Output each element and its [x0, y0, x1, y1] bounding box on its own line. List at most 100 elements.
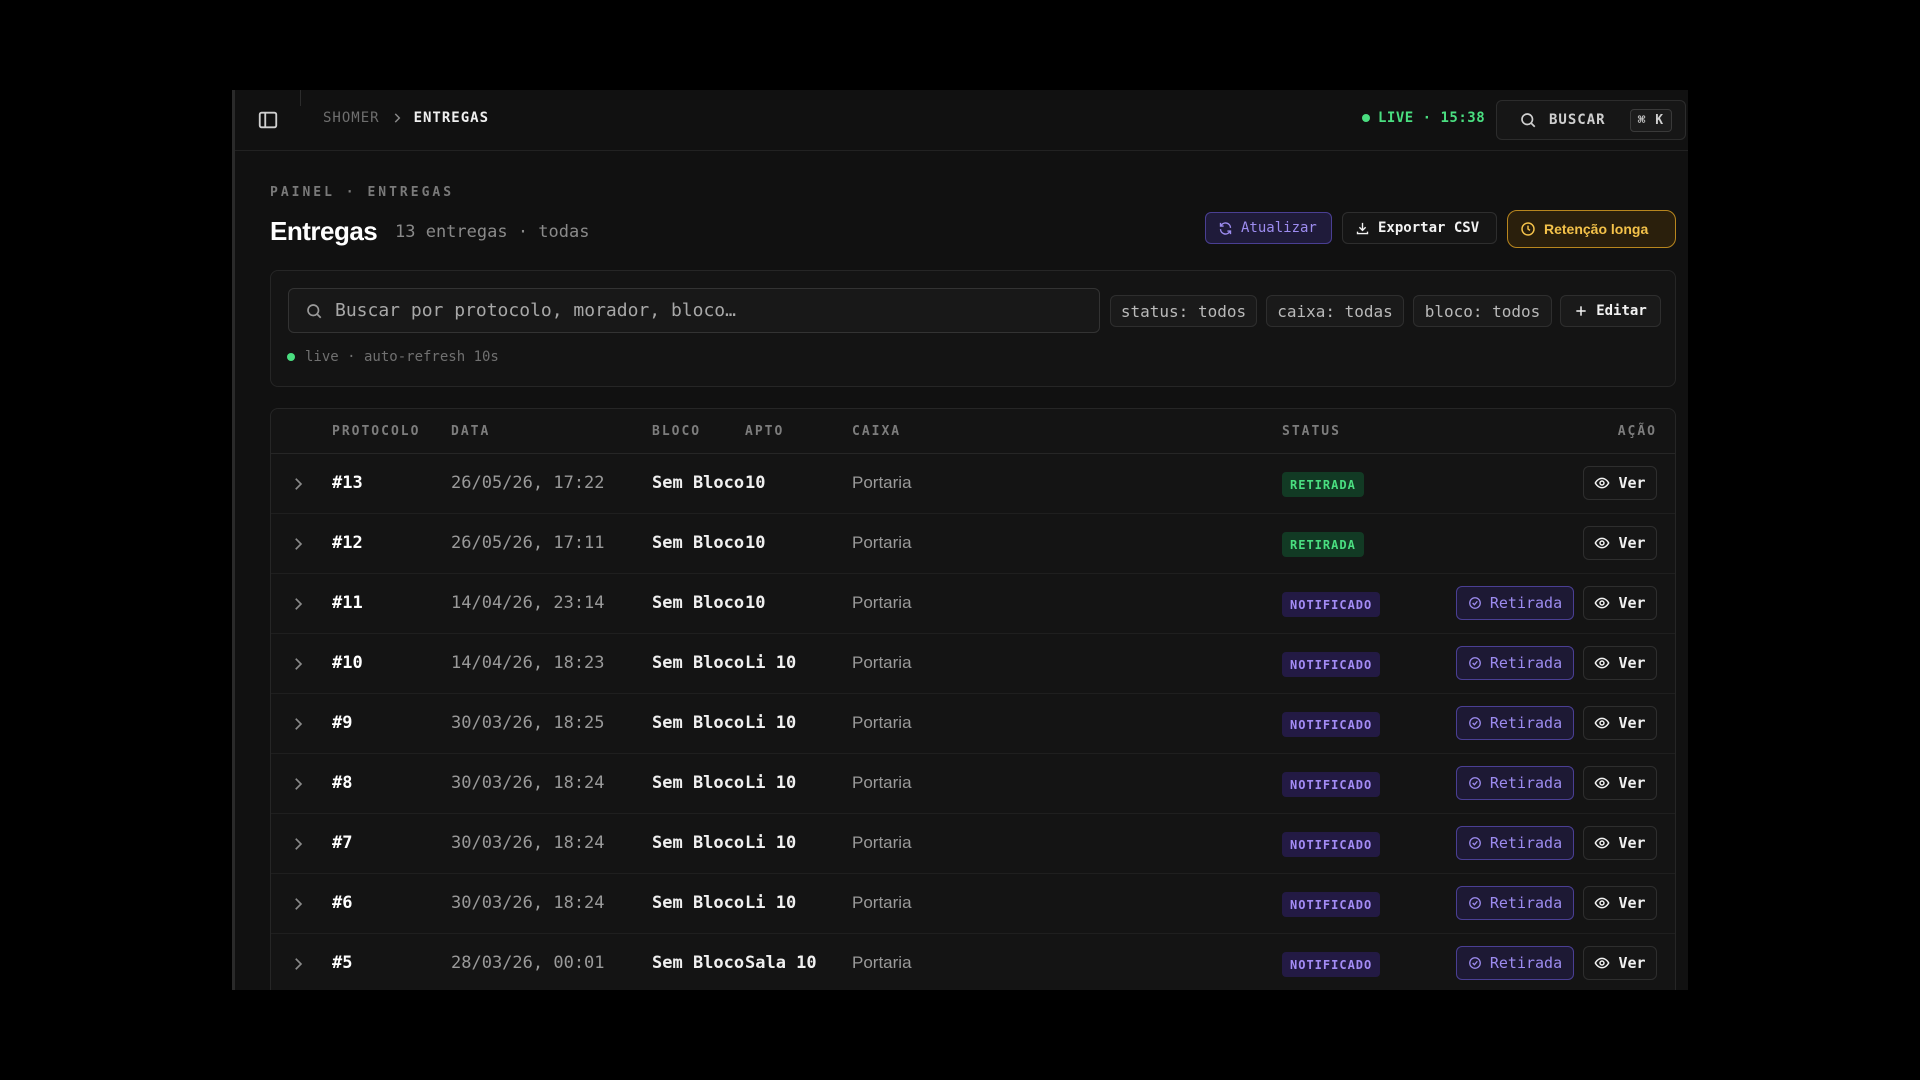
status-filter-chip[interactable]: status: todos [1110, 295, 1257, 327]
cell-caixa: Portaria [852, 773, 912, 792]
divider [300, 90, 301, 106]
cell-caixa: Portaria [852, 593, 912, 612]
search-input[interactable] [335, 300, 1095, 321]
mark-picked-up-button[interactable]: Retirada [1456, 586, 1574, 620]
column-apto[interactable]: APTO [745, 424, 784, 439]
cell-data: 30/03/26, 18:25 [451, 713, 605, 733]
table-row[interactable]: #12 26/05/26, 17:11 Sem Bloco 10 Portari… [271, 514, 1675, 574]
breadcrumb-current: ENTREGAS [413, 110, 490, 126]
search-button[interactable]: BUSCAR ⌘ K [1496, 100, 1686, 140]
pickup-label: Retirada [1489, 654, 1563, 672]
view-button[interactable]: Ver [1583, 766, 1657, 800]
column-data[interactable]: DATA [451, 424, 490, 439]
view-button[interactable]: Ver [1583, 646, 1657, 680]
cell-protocolo: #7 [332, 833, 353, 853]
edit-label: Editar [1596, 303, 1647, 319]
cell-bloco: Sem Bloco [652, 773, 745, 793]
search-label: BUSCAR [1549, 112, 1606, 128]
view-button[interactable]: Ver [1583, 946, 1657, 980]
view-button[interactable]: Ver [1583, 586, 1657, 620]
chevron-right-icon[interactable] [289, 835, 307, 853]
cell-bloco: Sem Bloco [652, 713, 745, 733]
retention-label: Retenção longa [1544, 221, 1649, 237]
bloco-filter-chip[interactable]: bloco: todos [1413, 295, 1552, 327]
cell-caixa: Portaria [852, 893, 912, 912]
auto-refresh-label: live · auto-refresh 10s [305, 349, 499, 365]
status-badge: NOTIFICADO [1282, 892, 1381, 917]
cell-apto: 10 [745, 533, 766, 553]
view-button[interactable]: Ver [1583, 826, 1657, 860]
eye-icon [1594, 837, 1610, 849]
live-indicator: LIVE · 15:38 [1362, 110, 1485, 126]
eye-icon [1594, 777, 1610, 789]
table-row[interactable]: #11 14/04/26, 23:14 Sem Bloco 10 Portari… [271, 574, 1675, 634]
cell-apto: 10 [745, 593, 766, 613]
cell-caixa: Portaria [852, 533, 912, 552]
eye-icon [1594, 477, 1610, 489]
chevron-right-icon[interactable] [289, 775, 307, 793]
keyboard-shortcut: ⌘ K [1629, 108, 1673, 132]
export-csv-button[interactable]: Exportar CSV [1342, 212, 1497, 244]
mark-picked-up-button[interactable]: Retirada [1456, 946, 1574, 980]
status-badge: RETIRADA [1282, 532, 1364, 557]
check-circle-icon [1468, 837, 1481, 849]
sidebar-toggle-icon[interactable] [257, 109, 279, 131]
cell-data: 30/03/26, 18:24 [451, 773, 605, 793]
table-row[interactable]: #5 28/03/26, 00:01 Sem Bloco Sala 10 Por… [271, 934, 1675, 990]
refresh-button[interactable]: Atualizar [1205, 212, 1332, 244]
long-retention-button[interactable]: Retenção longa [1507, 210, 1676, 248]
chevron-right-icon[interactable] [289, 535, 307, 553]
chevron-right-icon[interactable] [289, 655, 307, 673]
edit-filters-button[interactable]: Editar [1560, 295, 1661, 327]
mark-picked-up-button[interactable]: Retirada [1456, 826, 1574, 860]
table-row[interactable]: #9 30/03/26, 18:25 Sem Bloco Li 10 Porta… [271, 694, 1675, 754]
page-title: Entregas [270, 216, 378, 246]
cell-apto: 10 [745, 473, 766, 493]
live-label: LIVE · 15:38 [1378, 110, 1486, 126]
chevron-right-icon[interactable] [289, 595, 307, 613]
column-protocolo[interactable]: PROTOCOLO [332, 424, 420, 439]
table-row[interactable]: #6 30/03/26, 18:24 Sem Bloco Li 10 Porta… [271, 874, 1675, 934]
view-label: Ver [1618, 834, 1646, 852]
search-field[interactable] [288, 288, 1100, 333]
cell-protocolo: #12 [332, 533, 363, 553]
page-eyebrow: PAINEL · ENTREGAS [270, 185, 455, 200]
view-button[interactable]: Ver [1583, 466, 1657, 500]
table-row[interactable]: #13 26/05/26, 17:22 Sem Bloco 10 Portari… [271, 454, 1675, 514]
chevron-right-icon[interactable] [289, 895, 307, 913]
mark-picked-up-button[interactable]: Retirada [1456, 706, 1574, 740]
export-label: Exportar CSV [1378, 220, 1480, 236]
mark-picked-up-button[interactable]: Retirada [1456, 766, 1574, 800]
eye-icon [1594, 657, 1610, 669]
caixa-filter-chip[interactable]: caixa: todas [1266, 295, 1404, 327]
table-row[interactable]: #8 30/03/26, 18:24 Sem Bloco Li 10 Porta… [271, 754, 1675, 814]
table-row[interactable]: #10 14/04/26, 18:23 Sem Bloco Li 10 Port… [271, 634, 1675, 694]
cell-protocolo: #11 [332, 593, 363, 613]
cell-bloco: Sem Bloco [652, 833, 745, 853]
column-status[interactable]: STATUS [1282, 424, 1341, 439]
view-button[interactable]: Ver [1583, 706, 1657, 740]
table-header: PROTOCOLO DATA BLOCO APTO CAIXA STATUS A… [271, 409, 1675, 454]
chevron-right-icon[interactable] [289, 475, 307, 493]
breadcrumb-root[interactable]: SHOMER [323, 110, 380, 126]
chevron-right-icon[interactable] [289, 715, 307, 733]
mark-picked-up-button[interactable]: Retirada [1456, 646, 1574, 680]
page-subtitle: 13 entregas · todas [395, 222, 590, 242]
cell-data: 28/03/26, 00:01 [451, 953, 605, 973]
cell-bloco: Sem Bloco [652, 653, 745, 673]
table-row[interactable]: #7 30/03/26, 18:24 Sem Bloco Li 10 Porta… [271, 814, 1675, 874]
live-dot-icon [1362, 114, 1370, 122]
view-button[interactable]: Ver [1583, 526, 1657, 560]
cell-data: 14/04/26, 18:23 [451, 653, 605, 673]
view-button[interactable]: Ver [1583, 886, 1657, 920]
column-caixa[interactable]: CAIXA [852, 424, 901, 439]
cell-apto: Li 10 [745, 773, 797, 793]
view-label: Ver [1618, 954, 1646, 972]
column-bloco[interactable]: BLOCO [652, 424, 701, 439]
chevron-right-icon[interactable] [289, 955, 307, 973]
view-label: Ver [1618, 654, 1646, 672]
cell-protocolo: #9 [332, 713, 353, 733]
mark-picked-up-button[interactable]: Retirada [1456, 886, 1574, 920]
cell-data: 26/05/26, 17:22 [451, 473, 605, 493]
check-circle-icon [1468, 897, 1481, 909]
